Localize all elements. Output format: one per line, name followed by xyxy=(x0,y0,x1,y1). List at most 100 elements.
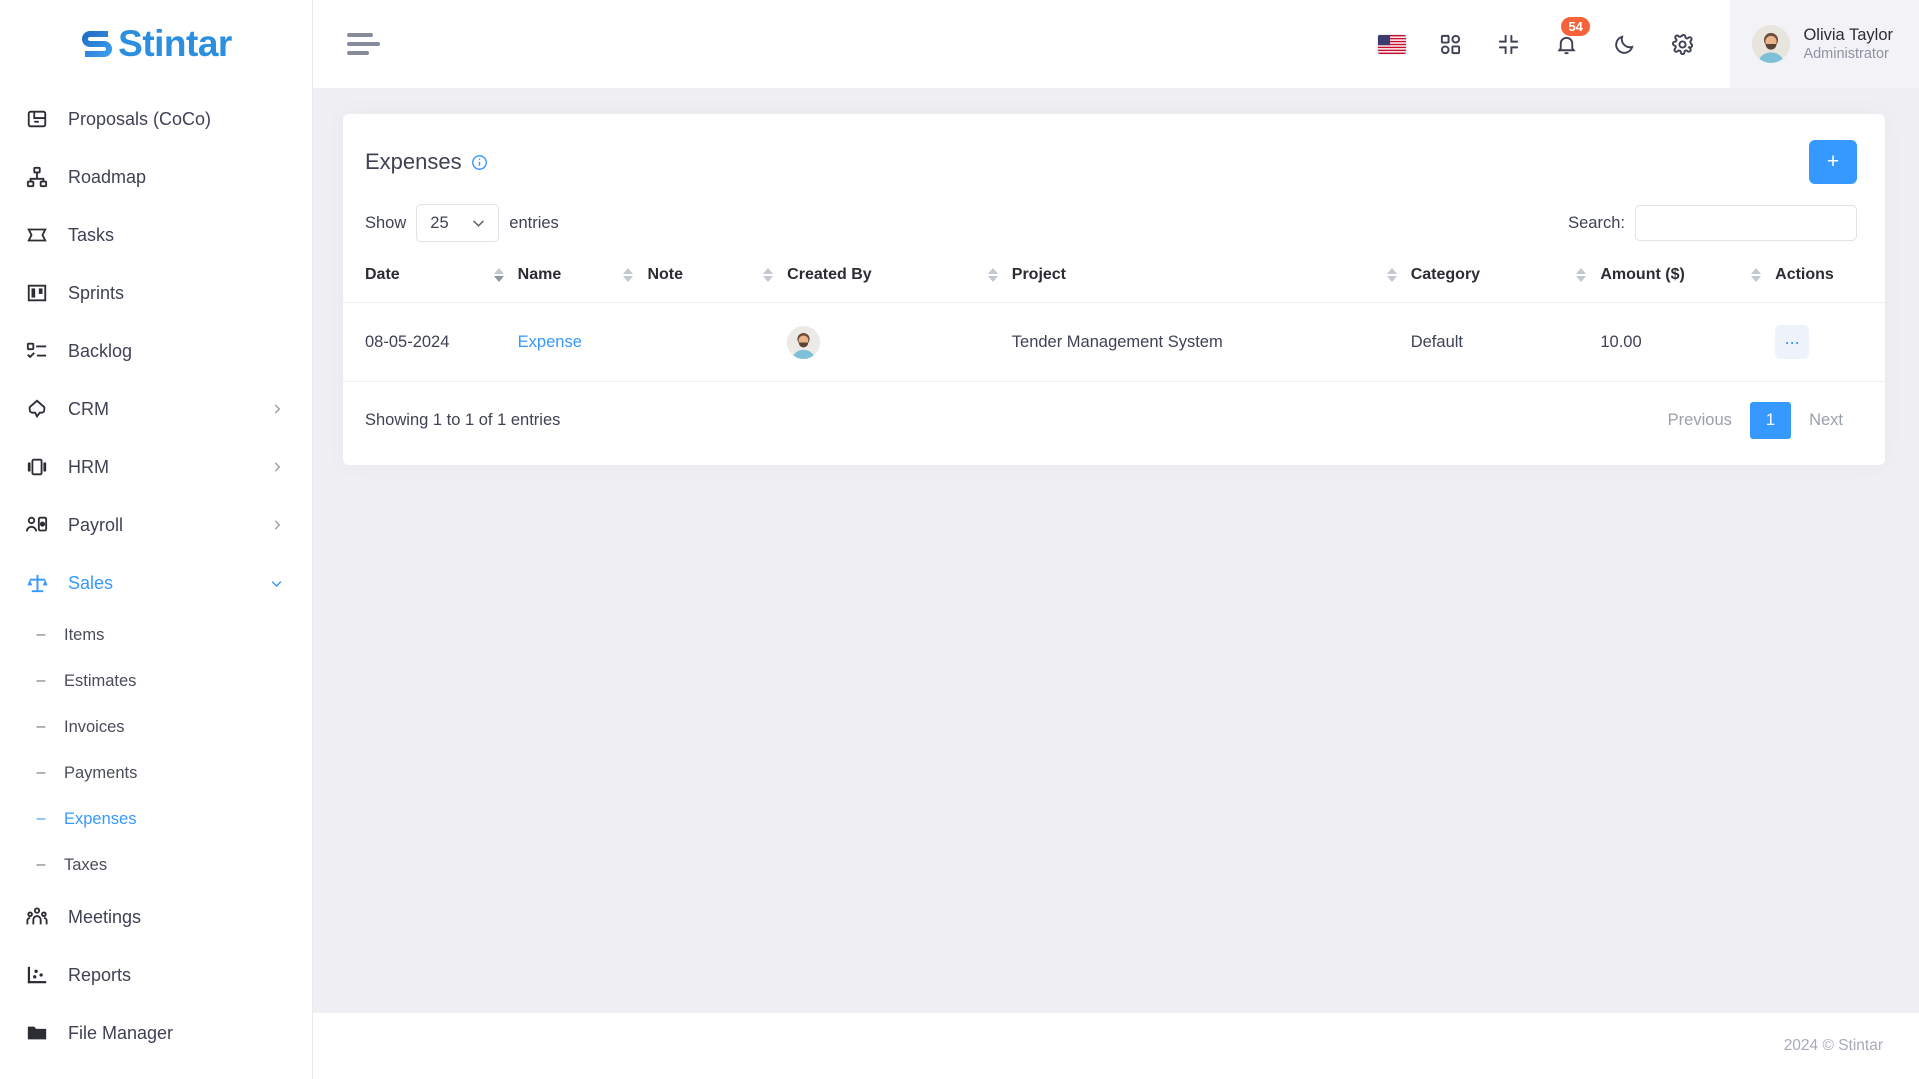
sidebar-item-meetings[interactable]: Meetings xyxy=(0,888,312,946)
add-expense-button[interactable]: + xyxy=(1809,140,1857,184)
meetings-icon xyxy=(24,904,50,930)
column-header-project[interactable]: Project xyxy=(1011,254,1411,303)
expense-name-link[interactable]: Expense xyxy=(518,333,582,351)
column-header-date[interactable]: Date xyxy=(343,254,518,303)
dash-icon: – xyxy=(36,856,46,873)
sidebar-item-proposals[interactable]: Proposals (CoCo) xyxy=(0,90,312,148)
sidebar-subitem-label: Taxes xyxy=(64,855,108,874)
main-area: 54 Olivia Taylor Administrator Expenses … xyxy=(313,0,1919,1079)
avatar xyxy=(1752,25,1791,63)
column-header-amount[interactable]: Amount ($) xyxy=(1600,254,1776,303)
proposals-icon xyxy=(24,106,50,132)
dash-icon: – xyxy=(36,718,46,735)
column-header-created-by[interactable]: Created By xyxy=(787,254,1012,303)
footer: 2024 © Stintar xyxy=(313,1013,1919,1079)
sidebar-item-label: Sprints xyxy=(68,282,125,303)
table-head: Date Name Note Created By Project Catego… xyxy=(343,254,1885,303)
folder-icon xyxy=(24,1020,50,1046)
user-role: Administrator xyxy=(1803,46,1889,63)
sidebar-subitem-label: Invoices xyxy=(64,717,125,736)
sidebar-subitem-invoices[interactable]: – Invoices xyxy=(0,704,312,750)
app-root: Stintar Proposals (CoCo) Roadmap Tasks S… xyxy=(0,0,1919,1079)
cell-date: 08-05-2024 xyxy=(343,302,518,382)
pagination-next[interactable]: Next xyxy=(1795,402,1857,439)
notifications-button[interactable]: 54 xyxy=(1552,17,1590,58)
sidebar-item-tasks[interactable]: Tasks xyxy=(0,206,312,264)
cell-project: Tender Management System xyxy=(1011,302,1411,382)
sidebar-subitem-items[interactable]: – Items xyxy=(0,612,312,658)
sales-submenu: – Items – Estimates – Invoices – Payment… xyxy=(0,612,312,888)
sidebar-item-hrm[interactable]: HRM xyxy=(0,438,312,496)
pagination: Previous 1 Next xyxy=(1654,402,1857,439)
sidebar-item-backlog[interactable]: Backlog xyxy=(0,322,312,380)
topbar-icons: 54 xyxy=(1378,17,1730,58)
column-label: Note xyxy=(647,266,684,283)
sort-icon[interactable] xyxy=(493,268,518,282)
info-circle-icon[interactable] xyxy=(471,154,488,171)
topbar: 54 Olivia Taylor Administrator xyxy=(313,0,1919,88)
moon-icon[interactable] xyxy=(1610,30,1638,58)
apps-grid-icon[interactable] xyxy=(1436,30,1464,58)
sort-icon[interactable] xyxy=(1751,268,1775,282)
pagination-previous[interactable]: Previous xyxy=(1654,402,1746,439)
sidebar-subitem-label: Estimates xyxy=(64,671,137,690)
sidebar-subitem-payments[interactable]: – Payments xyxy=(0,750,312,796)
sidebar-item-sprints[interactable]: Sprints xyxy=(0,264,312,322)
sort-icon[interactable] xyxy=(987,268,1012,282)
collapse-fullscreen-icon[interactable] xyxy=(1494,30,1522,58)
roadmap-icon xyxy=(24,164,50,190)
topbar-right: 54 Olivia Taylor Administrator xyxy=(1378,0,1919,88)
sidebar-nav: Proposals (CoCo) Roadmap Tasks Sprints B… xyxy=(0,88,312,1062)
cell-note xyxy=(647,302,788,382)
sort-icon[interactable] xyxy=(1386,268,1411,282)
sidebar-item-label: Reports xyxy=(68,964,132,985)
column-header-note[interactable]: Note xyxy=(647,254,788,303)
sidebar-subitem-taxes[interactable]: – Taxes xyxy=(0,842,312,888)
column-header-name[interactable]: Name xyxy=(517,254,648,303)
dash-icon: – xyxy=(36,764,46,781)
payroll-icon xyxy=(24,512,50,538)
sales-icon xyxy=(24,570,50,596)
sidebar-item-sales[interactable]: Sales xyxy=(0,554,312,612)
hrm-icon xyxy=(24,454,50,480)
sidebar-subitem-estimates[interactable]: – Estimates xyxy=(0,658,312,704)
sidebar-item-payroll[interactable]: Payroll xyxy=(0,496,312,554)
entries-info: Showing 1 to 1 of 1 entries xyxy=(365,411,561,429)
sort-icon[interactable] xyxy=(763,268,787,282)
sidebar-item-file-manager[interactable]: File Manager xyxy=(0,1004,312,1062)
stintar-s-mark xyxy=(80,25,114,63)
table-toolbar: Show 10 25 50 100 ent xyxy=(343,198,1885,254)
cell-category: Default xyxy=(1410,302,1601,382)
user-menu[interactable]: Olivia Taylor Administrator xyxy=(1730,0,1919,88)
page-size-select[interactable]: 10 25 50 100 xyxy=(416,204,500,242)
search-input[interactable] xyxy=(1635,205,1857,241)
brand-logo[interactable]: Stintar xyxy=(0,0,312,88)
sort-icon[interactable] xyxy=(623,268,647,282)
creator-avatar xyxy=(787,325,821,359)
cell-amount: 10.00 xyxy=(1600,302,1776,382)
sidebar-item-reports[interactable]: Reports xyxy=(0,946,312,1004)
sidebar-subitem-expenses[interactable]: – Expenses xyxy=(0,796,312,842)
dash-icon: – xyxy=(36,672,46,689)
sidebar-item-crm[interactable]: CRM xyxy=(0,380,312,438)
sidebar-subitem-label: Items xyxy=(64,625,105,644)
column-header-actions: Actions xyxy=(1775,254,1885,303)
sidebar-item-label: Roadmap xyxy=(68,166,147,187)
cell-name: Expense xyxy=(517,302,648,382)
sort-icon[interactable] xyxy=(1576,268,1600,282)
expenses-card: Expenses + Show 10 xyxy=(343,114,1885,465)
sidebar: Stintar Proposals (CoCo) Roadmap Tasks S… xyxy=(0,0,313,1079)
sidebar-item-roadmap[interactable]: Roadmap xyxy=(0,148,312,206)
table-header-row: Date Name Note Created By Project Catego… xyxy=(343,254,1885,303)
card-header: Expenses + xyxy=(343,114,1885,198)
table-row: 08-05-2024 Expense Tender Management Sys… xyxy=(343,302,1885,382)
sidebar-item-label: Tasks xyxy=(68,224,115,245)
row-actions-button[interactable]: ... xyxy=(1775,325,1810,359)
us-flag-icon[interactable] xyxy=(1378,30,1407,58)
pagination-page-1[interactable]: 1 xyxy=(1749,402,1792,439)
hamburger-icon[interactable] xyxy=(347,33,381,55)
gear-icon[interactable] xyxy=(1668,30,1696,58)
column-header-category[interactable]: Category xyxy=(1410,254,1601,303)
column-label: Amount ($) xyxy=(1600,266,1685,283)
user-name: Olivia Taylor xyxy=(1803,25,1893,44)
